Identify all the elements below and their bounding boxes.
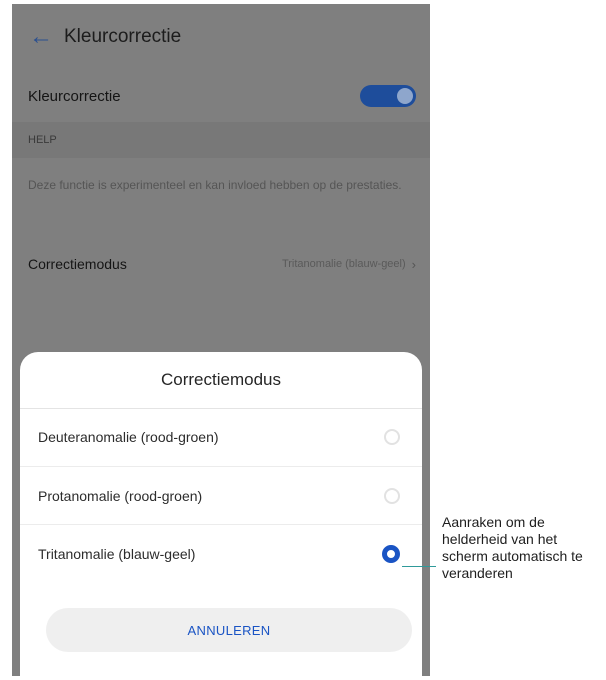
correction-mode-label: Correctiemodus bbox=[28, 256, 127, 272]
chevron-right-icon: › bbox=[411, 256, 416, 272]
callout-annotation: Aanraken om de helderheid van het scherm… bbox=[442, 514, 583, 581]
radio-button-unselected[interactable] bbox=[384, 429, 400, 445]
cancel-button[interactable]: ANNULEREN bbox=[46, 608, 412, 652]
option-deuteranomalie[interactable]: Deuteranomalie (rood-groen) bbox=[20, 408, 422, 466]
section-header-help: HELP bbox=[12, 122, 430, 158]
help-text: Deze functie is experimenteel en kan inv… bbox=[28, 178, 402, 192]
correction-mode-row[interactable]: Correctiemodus Tritanomalie (blauw-geel)… bbox=[12, 242, 430, 286]
arrow-left-icon[interactable]: ← bbox=[18, 4, 64, 70]
page-title: Kleurcorrectie bbox=[64, 26, 182, 47]
option-label: Deuteranomalie (rood-groen) bbox=[38, 429, 219, 445]
phone-screen: ← Kleurcorrectie Kleurcorrectie HELP Dez… bbox=[12, 4, 430, 676]
callout-leader-line bbox=[402, 566, 436, 567]
radio-button-selected[interactable] bbox=[382, 544, 400, 563]
color-correction-toggle[interactable] bbox=[360, 85, 416, 107]
color-correction-row[interactable]: Kleurcorrectie bbox=[12, 70, 430, 122]
correction-mode-value: Tritanomalie (blauw-geel) bbox=[281, 258, 406, 270]
option-label: Protanomalie (rood-groen) bbox=[38, 487, 203, 504]
option-tritanomalie[interactable]: Tritanomalie (blauw-geel) bbox=[20, 524, 422, 582]
app-bar: ← Kleurcorrectie bbox=[12, 4, 430, 70]
radio-button-unselected[interactable] bbox=[384, 487, 400, 504]
option-label: Tritanomalie (blauw-geel) bbox=[38, 545, 196, 562]
option-protanomalie[interactable]: Protanomalie (rood-groen) bbox=[20, 466, 422, 524]
color-correction-label: Kleurcorrectie bbox=[28, 87, 121, 105]
correction-mode-value-group: Tritanomalie (blauw-geel) › bbox=[282, 257, 416, 272]
dialog-title: Correctiemodus bbox=[20, 352, 422, 409]
correction-mode-dialog: Correctiemodus Deuteranomalie (rood-groe… bbox=[20, 352, 422, 676]
